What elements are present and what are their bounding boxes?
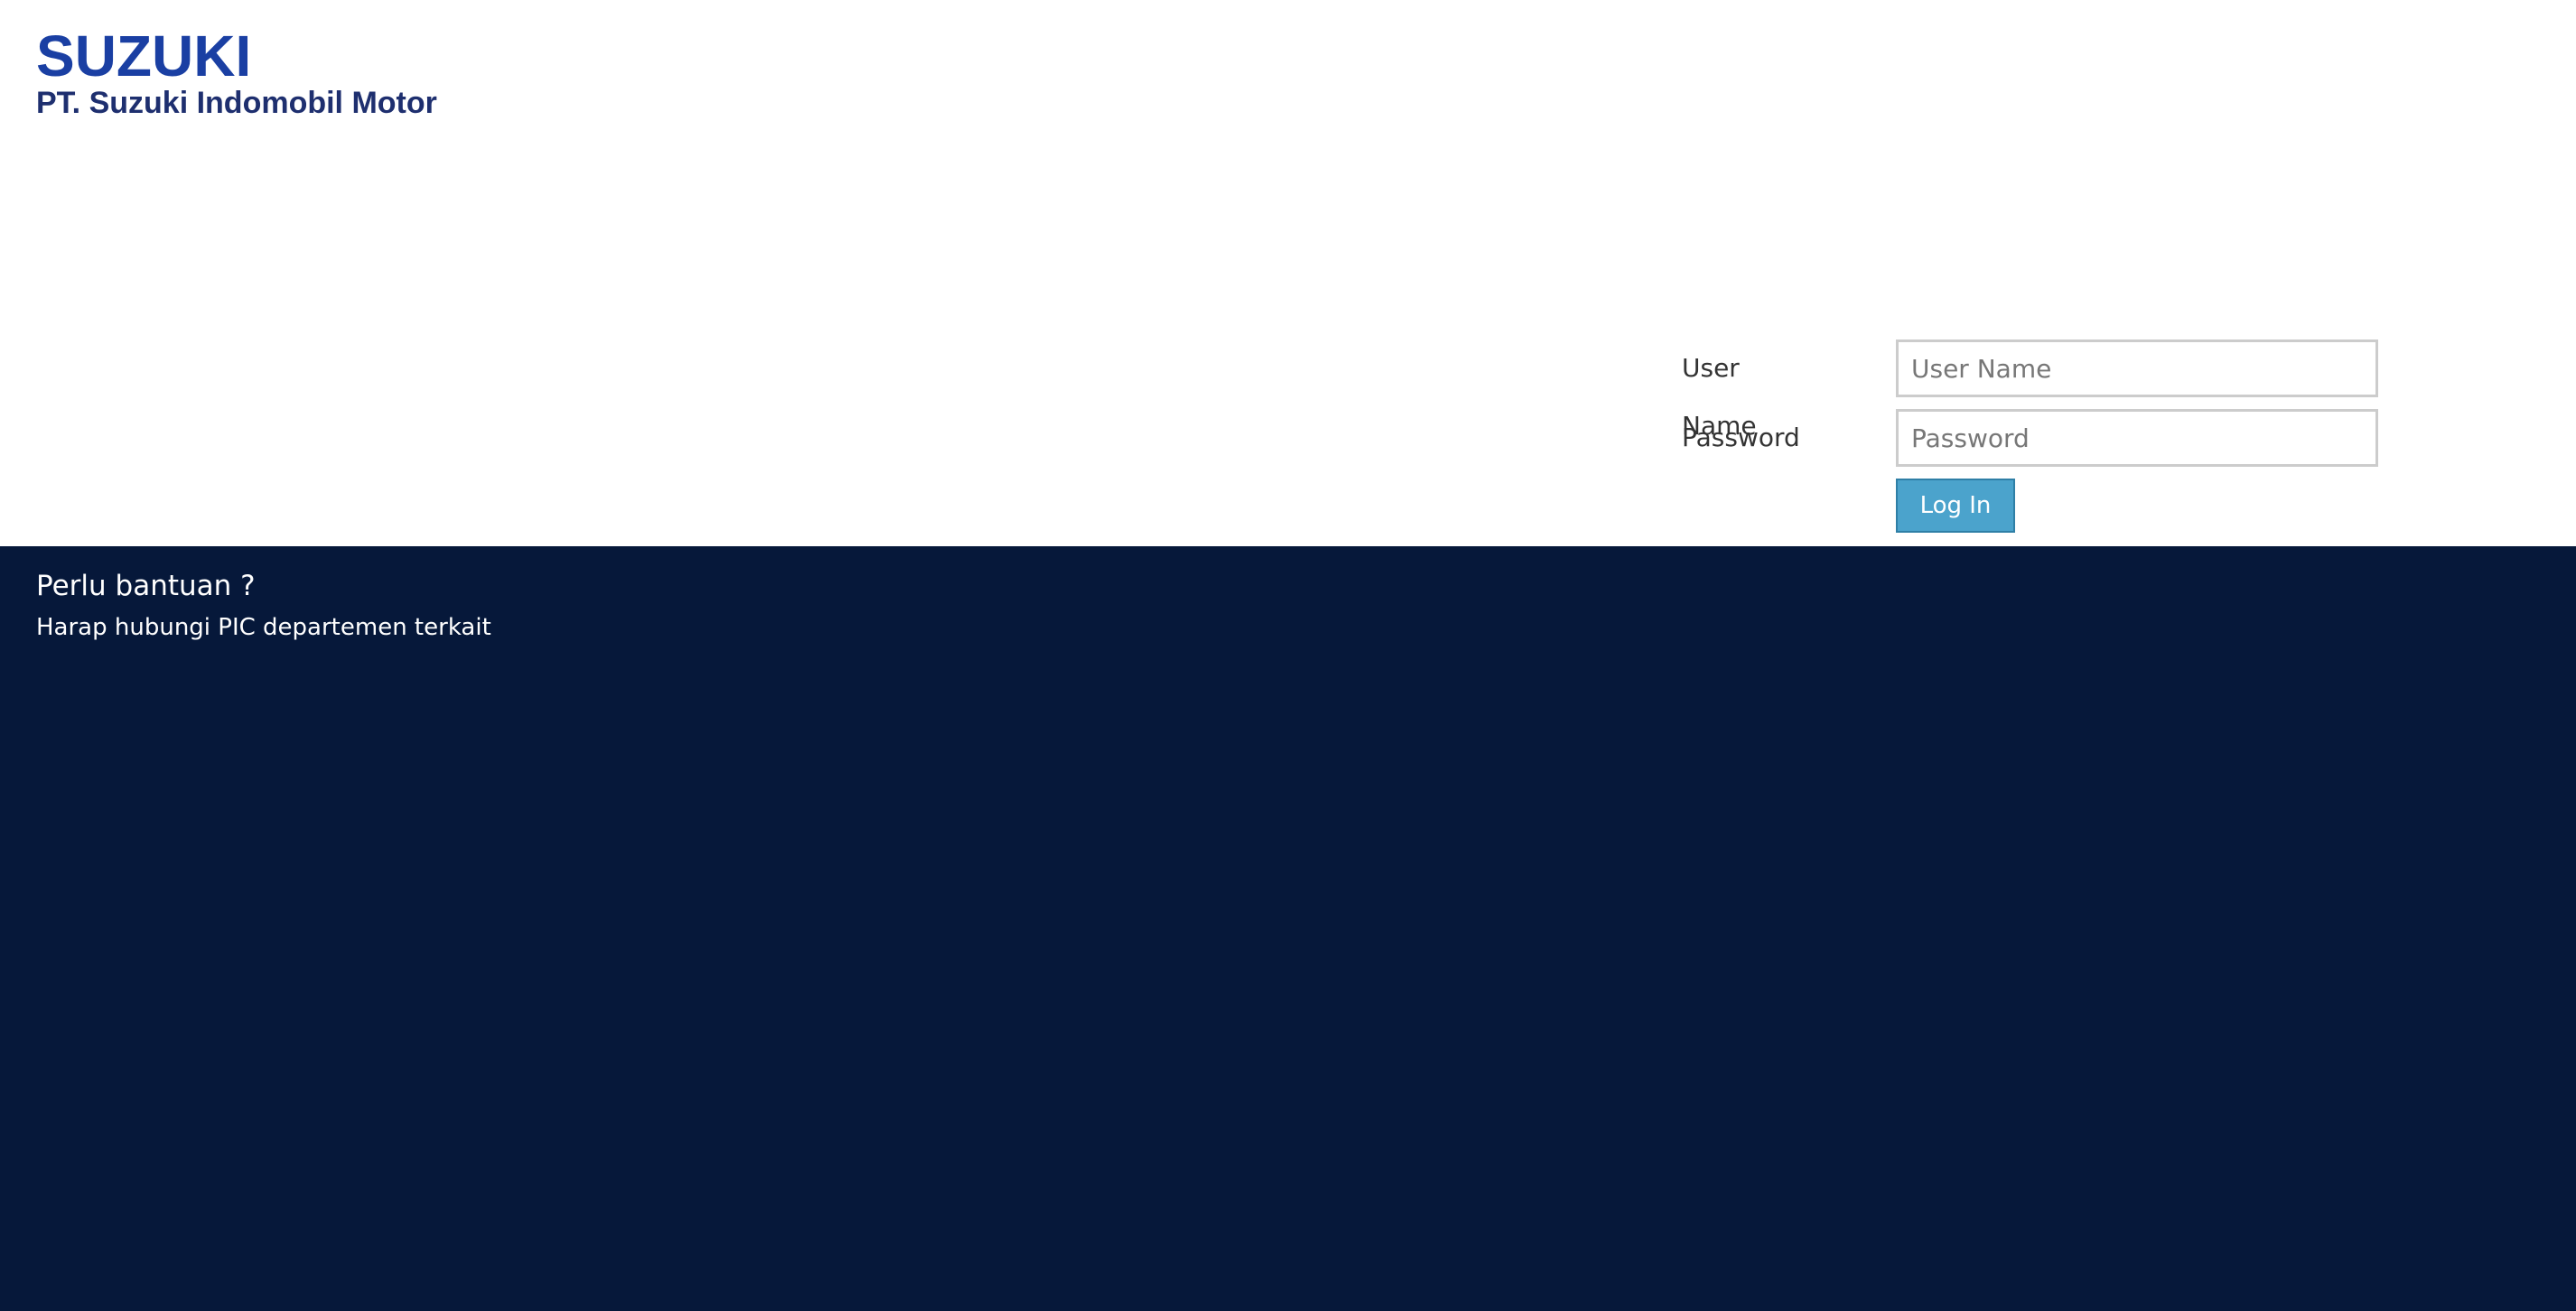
company-name: PT. Suzuki Indomobil Motor [36,86,437,120]
username-input[interactable] [1896,339,2378,397]
login-button[interactable]: Log In [1896,479,2015,533]
help-footer: Perlu bantuan ? Harap hubungi PIC depart… [0,546,2576,1311]
brand-logo: SUZUKI PT. Suzuki Indomobil Motor [36,23,437,121]
header-area: SUZUKI PT. Suzuki Indomobil Motor User N… [0,0,2576,546]
password-input[interactable] [1896,409,2378,467]
brand-name: SUZUKI [36,23,252,88]
help-text: Harap hubungi PIC departemen terkait [36,614,491,641]
password-label: Password [1682,423,1800,452]
help-title: Perlu bantuan ? [36,570,256,602]
